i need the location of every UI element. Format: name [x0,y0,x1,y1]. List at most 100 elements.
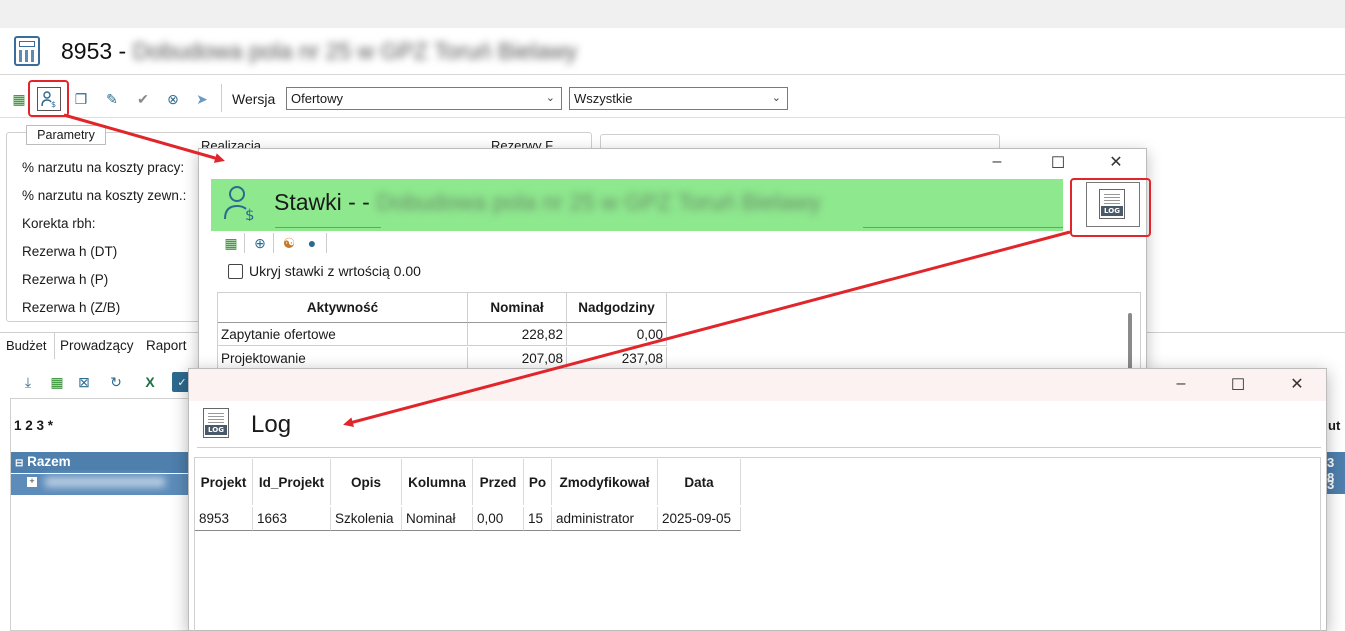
cell-nominal[interactable]: 207,08 [468,347,567,370]
cell-aktywnosc[interactable]: Zapytanie ofertowe [218,323,468,346]
stawki-title-blurred: Dobudowa pola nr 25 w GPZ Toruń Bielawy [376,189,821,215]
copy-icon[interactable]: ❐ [71,89,91,109]
rates-person-icon: $ [223,185,257,224]
maximize-icon[interactable]: ☐ [1048,153,1068,173]
param-label-rezerwa-zb: Rezerwa h (Z/B) [22,300,121,315]
sheet-copy-icon[interactable]: ▦ [47,372,67,392]
cell-data[interactable]: 2025-09-05 [658,507,741,531]
expand-icon[interactable]: + [27,477,37,487]
refresh-money-icon[interactable]: ↻ [106,372,126,392]
export-icon[interactable]: ➤ [192,89,212,109]
stawki-header-underline [863,227,1063,228]
project-name-blurred: Dobudowa pola nr 25 w GPZ Toruń Bielawy [132,38,578,64]
grid-right-value: 3 8 [1327,477,1335,507]
toolbar-divider [221,84,222,112]
cell-id-projekt[interactable]: 1663 [253,507,331,531]
minimize-icon[interactable]: – [1171,375,1191,393]
param-label-narzut-zewn: % narzutu na koszty zewn.: [22,188,187,203]
log-document-icon: LOG [1099,189,1125,219]
log-button[interactable]: LOG [1086,182,1140,227]
col-header-data[interactable]: Data [658,459,741,505]
calculator-icon [14,36,40,66]
razem-label: Razem [27,454,71,469]
download-icon[interactable]: ⤓ [18,372,38,392]
svg-text:$: $ [51,100,56,108]
project-number: 8953 - [61,38,127,64]
hide-zero-rates-label: Ukryj stawki z wrtością 0.00 [249,263,421,279]
grid-row-razem[interactable]: ⊟ Razem [11,452,191,473]
param-label-rezerwa-p: Rezerwa h (P) [22,272,109,287]
cell-zmodyfikowal[interactable]: administrator [552,507,658,531]
wersja-select-value: Ofertowy [291,91,344,106]
cancel-circle-icon[interactable]: ⊗ [163,89,183,109]
grid-row-child[interactable]: + [11,474,191,495]
cell-przed[interactable]: 0,00 [473,507,524,531]
filter-select[interactable]: Wszystkie ⌄ [569,87,788,110]
col-header-kolumna[interactable]: Kolumna [402,459,473,505]
log-title: Log [251,411,292,438]
add-circle-icon[interactable]: ⊕ [250,233,270,253]
close-box-icon[interactable]: ⊠ [74,372,94,392]
param-label-narzut-praca: % narzutu na koszty pracy: [22,160,185,175]
log-document-icon: LOG [203,408,229,438]
toolbar-divider [244,233,245,253]
chevron-down-icon: ⌄ [771,92,781,104]
tab-budzet[interactable]: Budżet [0,333,55,359]
cell-po[interactable]: 15 [524,507,552,531]
approve-icon[interactable]: ✔ [133,89,153,109]
window-top-strip [0,0,1345,28]
col-header-przed[interactable]: Przed [473,459,524,505]
tab-prowadzacy[interactable]: Prowadzący [60,338,134,353]
col-header-nadgodziny[interactable]: Nadgodziny [567,293,667,323]
hide-zero-rates-option[interactable]: Ukryj stawki z wrtością 0.00 [228,263,421,279]
col-header-po[interactable]: Po [524,459,552,505]
user-sync-icon[interactable]: ☯ [279,233,299,253]
cell-nominal[interactable]: 228,82 [468,323,567,346]
col-header-projekt[interactable]: Projekt [195,459,253,505]
param-label-korekta: Korekta rbh: [22,216,96,231]
stawki-title-text: Stawki - - [274,189,370,215]
cell-kolumna[interactable]: Nominał [402,507,473,531]
col-header-zmodyfikowal[interactable]: Zmodyfikował [552,459,658,505]
excel-icon[interactable]: X [140,372,160,392]
cell-nadgodziny[interactable]: 237,08 [567,347,667,370]
collapse-icon[interactable]: ⊟ [15,458,23,469]
users-group-icon[interactable]: ● [302,233,322,253]
grid-level-header: 1 2 3 * [14,418,54,433]
grid-right-header: ut [1328,418,1341,433]
col-header-id-projekt[interactable]: Id_Projekt [253,459,331,505]
param-label-rezerwa-dt: Rezerwa h (DT) [22,244,118,259]
wersja-select[interactable]: Ofertowy ⌄ [286,87,562,110]
stawki-window: – ☐ ✕ $ Stawki - - Dobudowa pola nr 25 w… [198,148,1151,371]
params-tab[interactable]: Parametry [26,125,106,145]
log-window: – ☐ ✕ LOG Log Projekt Id_Projekt Opis Ko… [188,368,1327,631]
maximize-icon[interactable]: ☐ [1228,375,1248,395]
hide-zero-rates-checkbox[interactable] [228,264,243,279]
save-icon[interactable]: ▦ [221,233,241,253]
filter-select-value: Wszystkie [574,91,633,106]
tab-raport[interactable]: Raport [146,338,187,353]
col-header-nominal[interactable]: Nominał [468,293,567,323]
cell-nadgodziny[interactable]: 0,00 [567,323,667,346]
col-header-opis[interactable]: Opis [331,459,402,505]
col-header-aktywnosc[interactable]: Aktywność [218,293,468,323]
stawki-scrollbar[interactable] [1128,313,1132,371]
minimize-icon[interactable]: – [987,153,1007,171]
chevron-down-icon: ⌄ [545,92,555,104]
wersja-label: Wersja [232,91,276,107]
rates-button-icon[interactable]: $ [37,87,61,111]
edit-pencil-icon[interactable]: ✎ [102,89,122,109]
close-icon[interactable]: ✕ [1106,152,1126,172]
close-icon[interactable]: ✕ [1287,374,1307,394]
cell-aktywnosc[interactable]: Projektowanie [218,347,468,370]
cell-projekt[interactable]: 8953 [195,507,253,531]
grid-right-edge: ut [1326,398,1345,631]
grid-right-values: 3 8 3 8 [1326,452,1345,507]
toolbar-divider [273,233,274,253]
svg-text:$: $ [245,206,255,221]
cell-opis[interactable]: Szkolenia [331,507,402,531]
save-icon[interactable]: ▦ [9,89,29,109]
stawki-title: Stawki - - Dobudowa pola nr 25 w GPZ Tor… [274,189,821,216]
log-titlebar [189,369,1326,401]
child-row-blurred [45,477,165,487]
